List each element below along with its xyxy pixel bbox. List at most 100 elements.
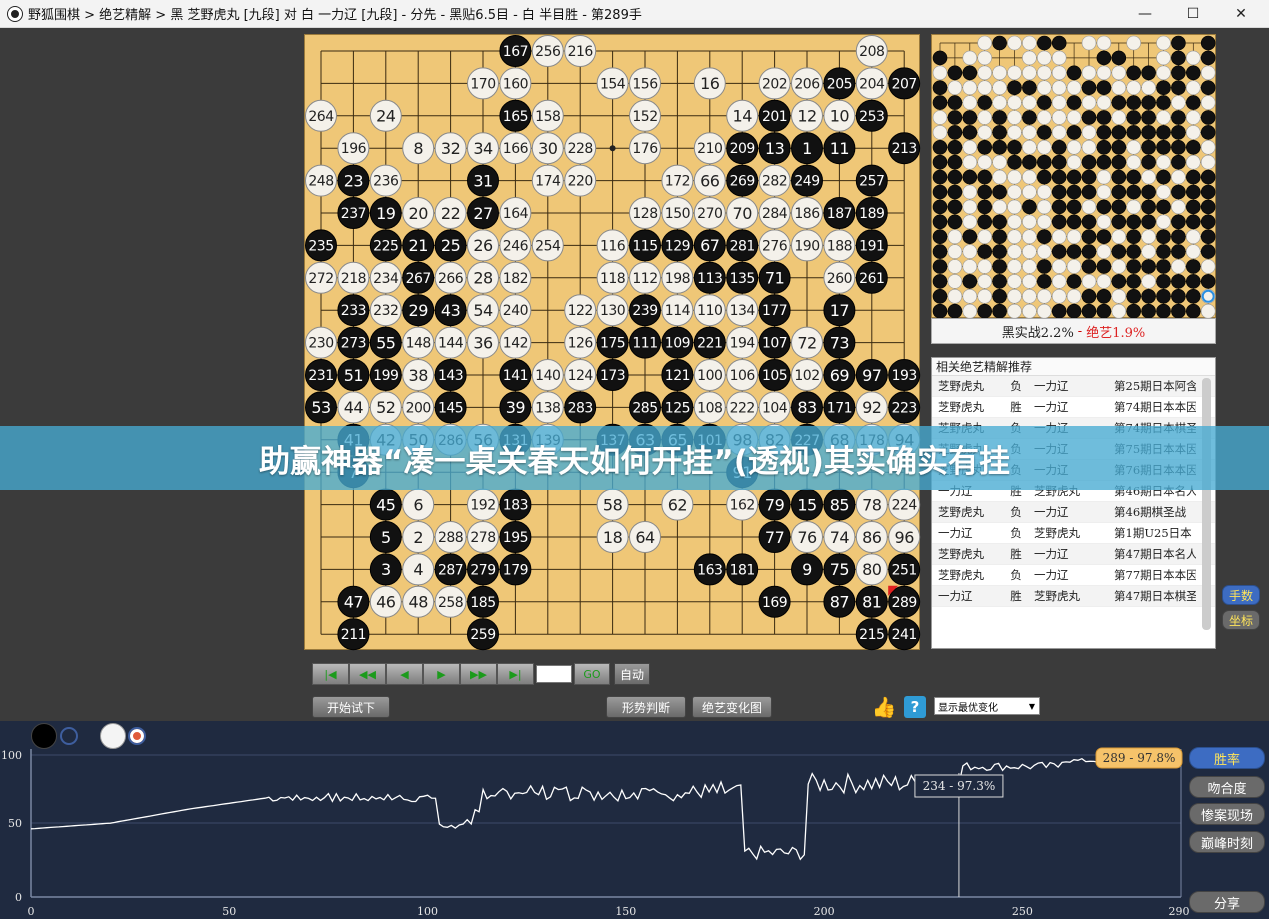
move-number-label: 208 [859, 44, 884, 60]
toggle-coordinates-button[interactable]: 坐标 [1222, 610, 1260, 630]
move-number-label: 43 [441, 301, 460, 320]
minimap-black-stone [1051, 35, 1067, 51]
minimap-white-stone [1141, 80, 1156, 96]
minimize-button[interactable]: — [1122, 0, 1168, 28]
toggle-move-numbers-button[interactable]: 手数 [1222, 585, 1260, 605]
recommend-row[interactable]: 芝野虎丸 负一力辽 第77期日本本因坊 [932, 565, 1215, 586]
minimap-black-stone [932, 95, 948, 110]
move-number-label: 182 [503, 271, 528, 287]
recommend-white-player: 一力辽 [1034, 568, 1069, 582]
close-button[interactable]: ✕ [1218, 0, 1264, 28]
minimap-black-stone [1200, 229, 1216, 244]
go-board-canvas[interactable]: 167 256 216 208170 160 154 156 16 202 206 205 204 20… [305, 35, 921, 651]
recommend-row[interactable]: 芝野虎丸 负一力辽 第25期日本阿含 [932, 376, 1215, 397]
move-number-label: 32 [441, 139, 460, 158]
minimap-white-stone [977, 154, 993, 170]
go-board[interactable]: 167 256 216 208 170 160 154 156 16 202 206 205 204 20… [304, 34, 921, 651]
blunder-scene-tab-button[interactable]: 惨案现场 [1189, 803, 1265, 825]
move-number-input[interactable] [536, 665, 572, 683]
peak-moment-tab-button[interactable]: 巅峰时刻 [1189, 831, 1265, 853]
minimap-black-stone [992, 140, 1007, 155]
white-series-toggle-icon[interactable] [128, 727, 146, 745]
recommend-row[interactable]: 一力辽 负芝野虎丸 第1期U25日本 [932, 523, 1215, 544]
start-trial-button[interactable]: 开始试下 [312, 696, 390, 718]
forward-ten-button[interactable]: ▶▶ [460, 663, 497, 685]
move-number-label: 193 [892, 368, 917, 384]
move-number-label: 170 [470, 76, 495, 92]
minimap-black-stone [1022, 199, 1037, 215]
move-number-label: 237 [341, 206, 366, 222]
minimap-white-stone [1022, 229, 1037, 244]
cursor-tag-label: 234 - 97.3% [923, 779, 996, 793]
move-number-label: 53 [311, 398, 330, 417]
minimap-white-stone [992, 169, 1007, 185]
move-number-label: 9 [802, 560, 812, 579]
back-ten-button[interactable]: ◀◀ [349, 663, 386, 685]
auto-play-button[interactable]: 自动 [614, 663, 650, 685]
minimap-white-stone [1111, 80, 1127, 96]
recommend-event: 第1期U25日本 [1114, 526, 1192, 540]
first-move-button[interactable]: |◀ [312, 663, 349, 685]
recommend-row[interactable]: 芝野虎丸 胜一力辽 第47期日本名人 [932, 544, 1215, 565]
winrate-graph[interactable]: 100 50 00 50 100 150 200 250 290 234 - 97.3% 289 -… [0, 721, 1269, 919]
recommend-scrollbar[interactable] [1202, 378, 1211, 630]
minimap-black-stone [1141, 259, 1156, 274]
next-move-button[interactable]: ▶ [423, 663, 460, 685]
move-number-label: 152 [632, 109, 657, 125]
move-number-label: 283 [568, 400, 593, 416]
recommend-row[interactable]: 芝野虎丸 胜一力辽 第74期日本本因坊 [932, 397, 1215, 418]
share-button[interactable]: 分享 [1189, 891, 1265, 913]
minimap-white-stone [962, 80, 978, 96]
minimap-black-stone [1126, 169, 1141, 185]
black-series-toggle-icon[interactable] [60, 727, 78, 745]
display-mode-value: 显示最优变化 [938, 702, 998, 714]
recommend-row[interactable]: 芝野虎丸 负一力辽 第46期棋圣战 [932, 502, 1215, 523]
winrate-tab-button[interactable]: 胜率 [1189, 747, 1265, 769]
previous-move-button[interactable]: ◀ [386, 663, 423, 685]
move-number-label: 73 [830, 333, 849, 352]
minimap-black-stone [1037, 259, 1052, 274]
move-number-label: 171 [827, 400, 852, 416]
overlay-banner: 助赢神器“凑一桌关春天如何开挂”(透视)其实确实有挂 [0, 426, 1269, 490]
recommend-row[interactable]: 一力辽 胜芝野虎丸 第47期日本棋圣 [932, 586, 1215, 607]
help-icon[interactable]: ? [904, 696, 926, 718]
minimap-black-stone [1200, 244, 1216, 259]
move-number-label: 80 [862, 560, 882, 579]
thumbs-up-icon[interactable]: 👍 [870, 694, 898, 720]
maximize-button[interactable]: ☐ [1170, 0, 1216, 28]
minimap-black-stone [1171, 110, 1186, 125]
minimap-white-stone [1126, 80, 1141, 96]
display-mode-select[interactable]: 显示最优变化 ▼ [934, 697, 1040, 715]
move-number-label: 230 [308, 336, 333, 352]
winrate-graph-panel: 100 50 0 0 50 100 150 200 250 290 234 - 97.3% 289 -… [0, 721, 1269, 919]
minimap-black-stone [1051, 169, 1067, 185]
move-number-label: 233 [341, 303, 366, 319]
go-button[interactable]: GO [574, 663, 610, 685]
minimap-white-stone [1066, 140, 1082, 155]
minimap-black-stone [1096, 199, 1112, 215]
recommend-event: 第47期日本棋圣 [1114, 589, 1196, 603]
minimap-white-stone [1081, 65, 1097, 81]
minimap-white-stone [1007, 184, 1022, 200]
minimap-white-stone [1156, 65, 1171, 81]
move-number-label: 288 [438, 530, 463, 546]
move-number-label: 256 [535, 44, 561, 60]
black-stone-icon[interactable] [31, 723, 57, 749]
minimap-white-stone [1051, 50, 1067, 66]
minimap-white-stone [947, 288, 963, 304]
move-number-label: 156 [632, 76, 658, 92]
minimap-white-stone [1022, 259, 1037, 274]
match-rate-tab-button[interactable]: 吻合度 [1189, 776, 1265, 798]
winrate-caption: 黑实战2.2% - 绝艺1.9% [931, 318, 1216, 344]
minimap-white-stone [1037, 199, 1052, 215]
ai-variation-button[interactable]: 绝艺变化图 [692, 696, 772, 718]
minimap-white-stone [962, 214, 978, 230]
last-move-button[interactable]: ▶| [497, 663, 534, 685]
minimap-white-stone [932, 125, 948, 140]
move-number-label: 272 [308, 271, 333, 287]
minimap-black-stone [1081, 80, 1097, 96]
white-stone-icon[interactable] [100, 723, 126, 749]
minimap-white-stone [962, 199, 978, 215]
move-number-label: 183 [503, 498, 528, 514]
position-judge-button[interactable]: 形势判断 [606, 696, 686, 718]
